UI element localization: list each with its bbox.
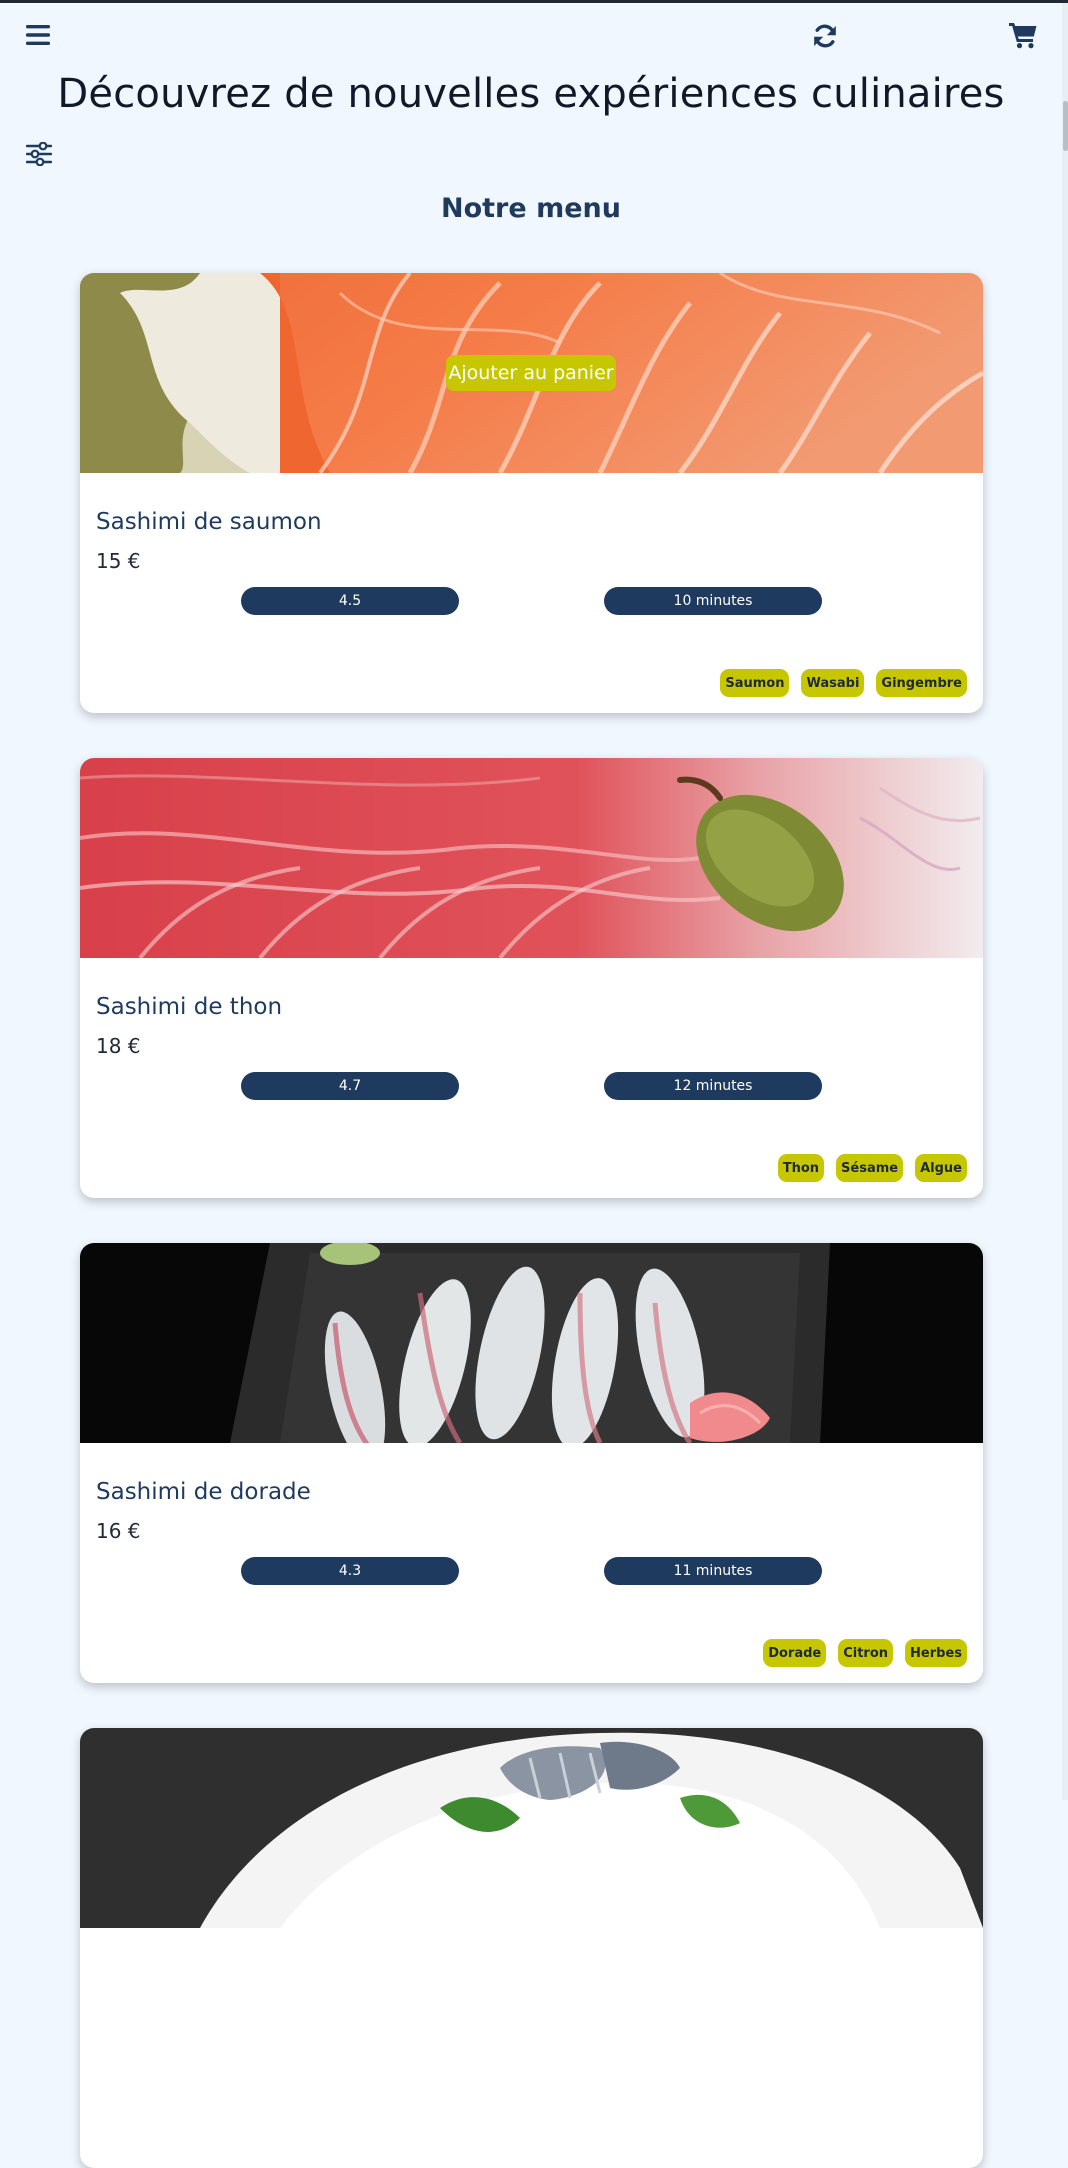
ingredient-tag: Gingembre	[876, 669, 967, 697]
sliders-icon	[26, 142, 52, 166]
shopping-cart-icon	[1009, 23, 1037, 49]
dish-image	[80, 758, 983, 958]
add-to-cart-button[interactable]: Ajouter au panier	[446, 355, 616, 391]
dish-price: 16 €	[96, 1519, 141, 1543]
dish-price: 18 €	[96, 1034, 141, 1058]
dish-card[interactable]: Sashimi de thon 18 € 4.7 12 minutes Thon…	[80, 758, 983, 1198]
refresh-button[interactable]	[808, 19, 842, 53]
menu-button[interactable]	[22, 19, 54, 51]
scrollbar[interactable]	[1062, 3, 1068, 1800]
dish-card[interactable]: Sashimi de dorade 16 € 4.3 11 minutes Do…	[80, 1243, 983, 1683]
scrollbar-thumb[interactable]	[1063, 101, 1068, 151]
ingredient-tag: Dorade	[763, 1639, 827, 1667]
dish-name: Sashimi de thon	[96, 994, 283, 1020]
dish-card[interactable]	[80, 1728, 983, 2168]
page: Découvrez de nouvelles expériences culin…	[0, 3, 1068, 2168]
rating-badge: 4.7	[241, 1072, 459, 1100]
ingredient-tag: Thon	[777, 1154, 825, 1182]
ingredient-tags: Dorade Citron Herbes	[763, 1639, 967, 1667]
ingredient-tag: Wasabi	[801, 669, 865, 697]
section-title: Notre menu	[441, 193, 621, 224]
dish-card[interactable]: Ajouter au panier Sashimi de saumon 15 €…	[80, 273, 983, 713]
rating-badge: 4.3	[241, 1557, 459, 1585]
dish-name: Sashimi de saumon	[96, 509, 322, 535]
dish-image	[80, 1243, 983, 1443]
filter-button[interactable]	[22, 137, 56, 171]
ingredient-tags: Thon Sésame Algue	[777, 1154, 967, 1182]
prep-time-badge: 11 minutes	[604, 1557, 822, 1585]
hamburger-icon	[26, 25, 50, 45]
rating-badge: 4.5	[241, 587, 459, 615]
ingredient-tags: Saumon Wasabi Gingembre	[720, 669, 967, 697]
page-headline: Découvrez de nouvelles expériences culin…	[57, 71, 1005, 117]
dish-price: 15 €	[96, 549, 141, 573]
ingredient-tag: Saumon	[720, 669, 790, 697]
ingredient-tag: Citron	[838, 1639, 894, 1667]
dish-image	[80, 1728, 983, 1928]
cart-button[interactable]	[1004, 17, 1042, 53]
refresh-icon	[814, 24, 836, 48]
ingredient-tag: Sésame	[836, 1154, 904, 1182]
dish-name: Sashimi de dorade	[96, 1479, 311, 1505]
prep-time-badge: 12 minutes	[604, 1072, 822, 1100]
dish-image: Ajouter au panier	[80, 273, 983, 473]
ingredient-tag: Algue	[915, 1154, 967, 1182]
prep-time-badge: 10 minutes	[604, 587, 822, 615]
ingredient-tag: Herbes	[905, 1639, 967, 1667]
